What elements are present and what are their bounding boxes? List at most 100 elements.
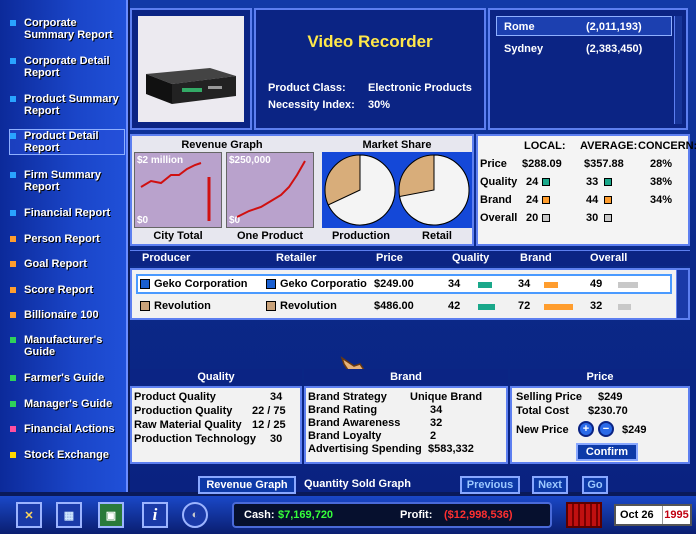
city-population: (2,383,450) [586,43,643,55]
go-button[interactable]: Go [582,476,608,494]
overall-bar [618,282,638,288]
price-cell: $486.00 [374,300,414,312]
city-name[interactable]: Sydney [504,43,543,55]
revenue-graph-button[interactable]: Revenue Graph [198,476,296,494]
sidebar-item-manufacturers-guide[interactable]: Manufacturer's Guide [10,334,124,358]
competitor-scrollbar[interactable] [676,270,688,318]
stat-average: 33 [586,176,599,188]
quality-bar [478,282,492,288]
quality-row-label: Production Technology [134,433,257,445]
brand-row-label: Brand Strategy [308,391,387,403]
col-overall: Overall [590,252,628,264]
one-product-label: One Product [236,230,303,242]
selling-price-label: Selling Price [516,391,583,403]
bullet-icon [10,452,16,458]
sidebar-item-score-report[interactable]: Score Report [10,284,124,296]
city-population: (2,011,193) [586,21,642,33]
sidebar-item-firm-summary[interactable]: Firm Summary Report [10,169,124,193]
brand-row-label: Advertising Spending [308,443,422,455]
quality-bar [478,304,495,310]
market-share-pies [324,154,470,226]
production-label: Production [331,230,391,242]
bullet-icon [10,312,16,318]
stat-average: 30 [586,212,599,224]
stat-label: Price [480,158,507,170]
bullet-icon [10,133,16,139]
product-image-frame [130,8,252,130]
bullet-icon [10,337,16,343]
total-cost-label: Total Cost [516,405,569,417]
confirm-button[interactable]: Confirm [576,443,638,461]
sidebar-item-product-summary[interactable]: Product Summary Report [10,93,124,117]
competitor-table: Geko Corporation Geko Corporatio $249.00… [130,268,690,320]
necessity-value: 30% [368,99,391,111]
sidebar-item-financial-actions[interactable]: Financial Actions [10,423,124,435]
city-scrollbar[interactable] [674,16,682,124]
city-total-graph[interactable]: $2 million $0 [134,152,222,228]
col-retailer: Retailer [276,252,317,264]
tools-icon[interactable]: ✕ [16,502,42,528]
sound-icon[interactable]: ◐ [182,502,208,528]
increase-price-button[interactable]: + [578,421,594,437]
profit-value: ($12,998,536) [444,509,513,521]
previous-button[interactable]: Previous [460,476,520,494]
info-icon[interactable]: i [142,502,168,528]
retailer-name[interactable]: Revolution [280,300,337,312]
quality-panel: Product Quality 34 Production Quality 22… [130,386,302,464]
next-button[interactable]: Next [532,476,568,494]
quality-row-label: Raw Material Quality [134,419,242,431]
brand-row-value: 2 [430,430,437,442]
market-share-area [322,152,472,228]
decrease-price-button[interactable]: − [598,421,614,437]
price-panel: Selling Price $249 Total Cost $230.70 Ne… [510,386,690,464]
quantity-sold-graph-link[interactable]: Quantity Sold Graph [304,478,411,490]
map-icon[interactable]: ▣ [98,502,124,528]
price-panel-header: Price [510,369,690,385]
sidebar-item-product-detail[interactable]: Product Detail Report [9,129,125,155]
producer-name[interactable]: Revolution [154,300,211,312]
stat-local: $288.09 [522,158,562,170]
quality-row-value: 30 [270,433,283,445]
brand-row-value: 34 [430,404,443,416]
graphs-panel: Revenue Graph Market Share $2 million $0… [130,134,474,246]
quality-row-label: Production Quality [134,405,233,417]
sidebar-item-corporate-detail[interactable]: Corporate Detail Report [10,55,124,79]
speed-control-icon[interactable] [566,502,602,528]
city-list[interactable]: Rome (2,011,193) Sydney (2,383,450) [488,8,688,130]
sidebar-item-billionaire-100[interactable]: Billionaire 100 [10,309,124,321]
overall-swatch [604,214,612,222]
quality-row-value: 34 [270,391,283,403]
quality-cell: 34 [448,278,461,290]
city-name: Rome [504,21,535,33]
competitor-header: Producer Retailer Price Quality Brand Ov… [130,250,690,266]
brand-panel: Brand Strategy Unique Brand Brand Rating… [304,386,508,464]
local-stats-panel: LOCAL: AVERAGE: CONCERN: Price $288.09 $… [476,134,696,246]
video-recorder-icon [146,68,236,104]
cash-value: $7,169,720 [278,509,334,521]
brand-row-label: Brand Rating [308,404,378,416]
brand-panel-header: Brand [304,369,508,385]
sidebar-item-stock-exchange[interactable]: Stock Exchange [10,449,124,461]
quality-panel-title: Quality [197,371,235,383]
overall-swatch [542,214,550,222]
price-panel-title: Price [586,371,614,383]
one-product-graph[interactable]: $250,000 $0 [226,152,314,228]
concern-header: CONCERN: [638,140,696,152]
sidebar-item-farmers-guide[interactable]: Farmer's Guide [10,372,124,384]
building-icon[interactable]: ▦ [56,502,82,528]
retailer-swatch [266,301,276,311]
brand-cell: 34 [518,278,531,290]
stat-local: 24 [526,176,539,188]
market-share-title: Market Share [362,139,432,151]
product-class-label: Product Class: [268,82,346,94]
sidebar-item-managers-guide[interactable]: Manager's Guide [10,398,124,410]
bullet-icon [10,58,16,64]
sidebar-item-person-report[interactable]: Person Report [10,233,124,245]
bullet-icon [10,210,16,216]
sidebar-item-financial-report[interactable]: Financial Report [10,207,124,219]
overall-cell: 32 [590,300,603,312]
sidebar-item-goal-report[interactable]: Goal Report [10,258,124,270]
sidebar-item-corporate-summary[interactable]: Corporate Summary Report [10,17,124,41]
revenue-graph-title: Revenue Graph [181,139,263,151]
city-total-label: City Total [153,230,203,242]
